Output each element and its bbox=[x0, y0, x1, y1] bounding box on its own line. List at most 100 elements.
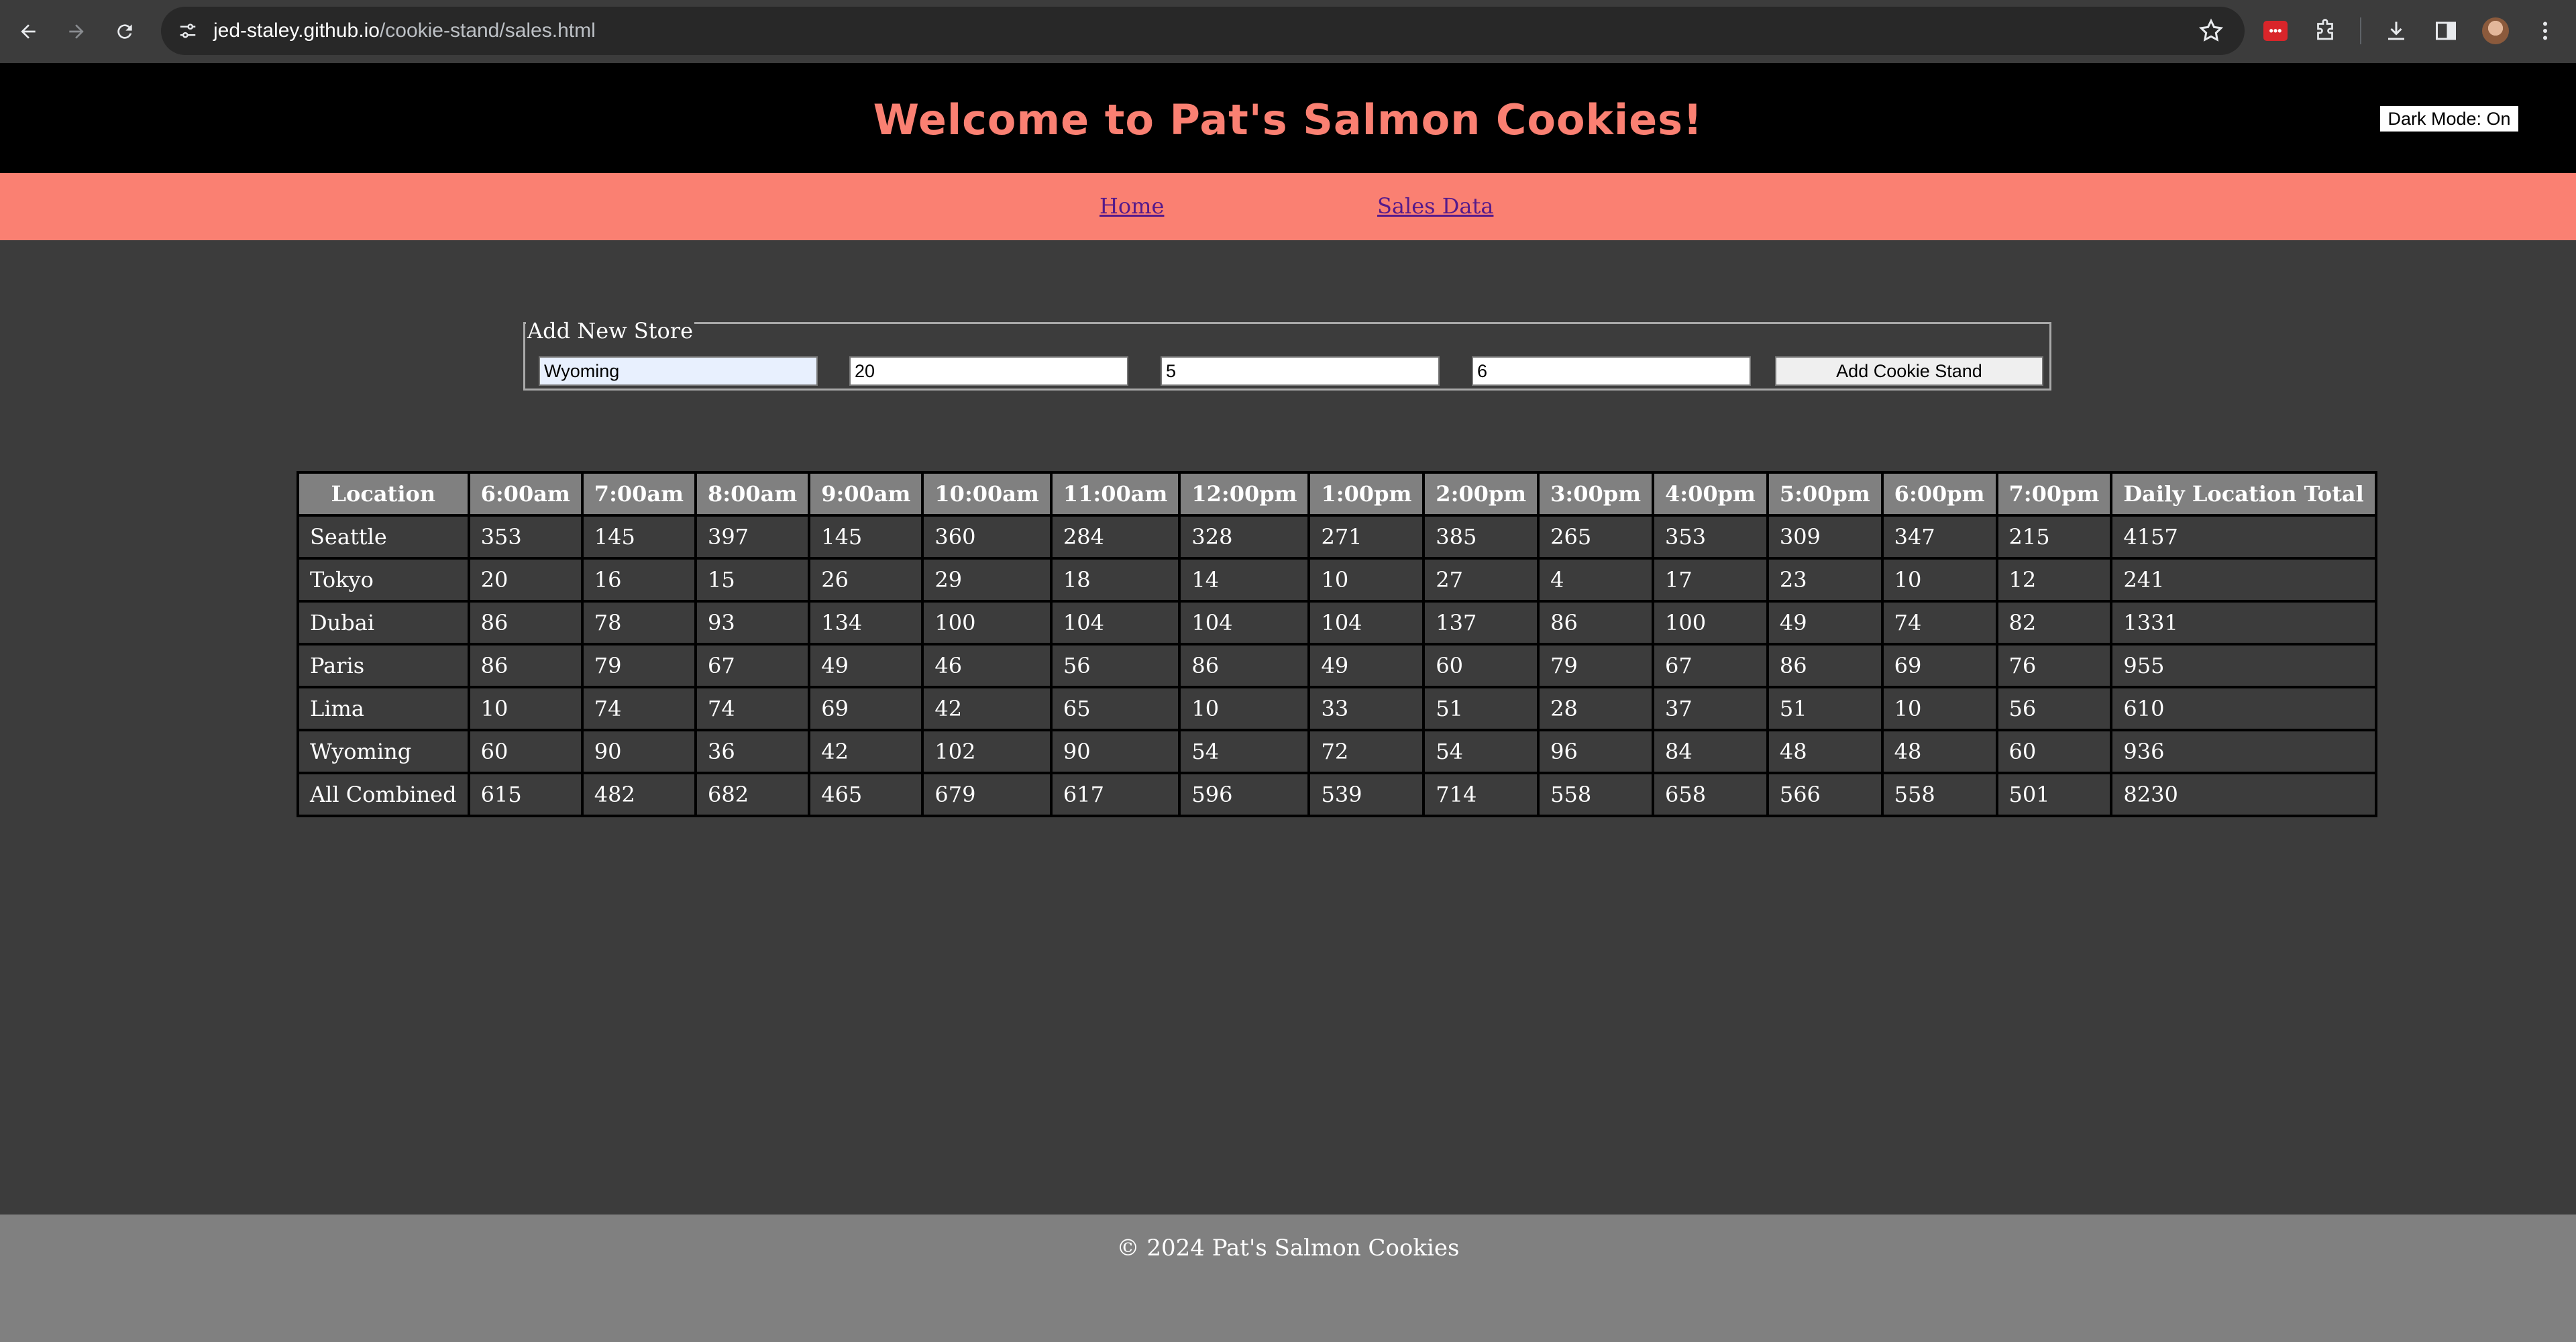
arrow-left-icon bbox=[21, 24, 36, 39]
url-text: jed-staley.github.io/cookie-stand/sales.… bbox=[213, 19, 596, 42]
column-header: Daily Location Total bbox=[2110, 471, 2377, 517]
hourly-total-cell: 682 bbox=[694, 772, 811, 817]
hourly-sales-cell: 17 bbox=[1651, 557, 1769, 603]
url-path: /cookie-stand/sales.html bbox=[379, 19, 596, 42]
hourly-total-cell: 658 bbox=[1651, 772, 1769, 817]
hourly-sales-cell: 10 bbox=[1880, 557, 1998, 603]
location-name-cell: Lima bbox=[297, 686, 470, 731]
hourly-sales-cell: 65 bbox=[1049, 686, 1181, 731]
hourly-total-cell: 566 bbox=[1766, 772, 1884, 817]
hourly-total-cell: 617 bbox=[1049, 772, 1181, 817]
column-header: 9:00am bbox=[808, 471, 924, 517]
hourly-sales-cell: 42 bbox=[808, 729, 924, 774]
hourly-sales-cell: 86 bbox=[1766, 643, 1884, 688]
daily-total-cell: 1331 bbox=[2110, 600, 2377, 646]
hourly-sales-cell: 100 bbox=[1651, 600, 1769, 646]
hourly-sales-cell: 67 bbox=[694, 643, 811, 688]
totals-label-cell: All Combined bbox=[297, 772, 470, 817]
min-customers-input[interactable] bbox=[849, 356, 1128, 386]
hourly-sales-cell: 104 bbox=[1178, 600, 1311, 646]
hourly-sales-cell: 49 bbox=[808, 643, 924, 688]
hourly-sales-cell: 86 bbox=[1178, 643, 1311, 688]
forward-button[interactable] bbox=[56, 11, 97, 52]
hourly-sales-cell: 26 bbox=[808, 557, 924, 603]
column-header: 10:00am bbox=[921, 471, 1053, 517]
hourly-sales-cell: 46 bbox=[921, 643, 1053, 688]
hourly-sales-cell: 14 bbox=[1178, 557, 1311, 603]
hourly-total-cell: 465 bbox=[808, 772, 924, 817]
bookmark-star-icon[interactable] bbox=[2198, 17, 2224, 44]
hourly-sales-cell: 84 bbox=[1651, 729, 1769, 774]
hourly-sales-cell: 137 bbox=[1422, 600, 1540, 646]
hourly-sales-cell: 284 bbox=[1049, 514, 1181, 560]
nav-link-sales-data[interactable]: Sales Data bbox=[1377, 193, 1493, 219]
table-row: Seattle 353 145 397 145 360 284 328 271 385 265 353… bbox=[297, 514, 2377, 560]
reload-button[interactable] bbox=[105, 11, 145, 52]
column-header: 12:00pm bbox=[1178, 471, 1311, 517]
hourly-sales-cell: 86 bbox=[1537, 600, 1654, 646]
side-panel-icon[interactable] bbox=[2431, 16, 2461, 46]
hourly-sales-cell: 42 bbox=[921, 686, 1053, 731]
site-info-icon[interactable] bbox=[172, 15, 204, 47]
extensions-area: ••• bbox=[2261, 9, 2560, 52]
column-header: 2:00pm bbox=[1422, 471, 1540, 517]
hourly-sales-cell: 353 bbox=[467, 514, 584, 560]
hourly-sales-cell: 56 bbox=[1995, 686, 2113, 731]
nav-link-home[interactable]: Home bbox=[1099, 193, 1164, 219]
dark-mode-toggle[interactable]: Dark Mode: On bbox=[2380, 106, 2518, 132]
hourly-sales-cell: 60 bbox=[1995, 729, 2113, 774]
hourly-sales-cell: 49 bbox=[1766, 600, 1884, 646]
form-legend: Add New Store bbox=[526, 317, 695, 344]
hourly-sales-cell: 10 bbox=[467, 686, 584, 731]
column-header: 3:00pm bbox=[1537, 471, 1654, 517]
hourly-sales-cell: 4 bbox=[1537, 557, 1654, 603]
daily-total-cell: 936 bbox=[2110, 729, 2377, 774]
column-header: 6:00am bbox=[467, 471, 584, 517]
daily-total-cell: 4157 bbox=[2110, 514, 2377, 560]
hourly-total-cell: 596 bbox=[1178, 772, 1311, 817]
hourly-sales-cell: 100 bbox=[921, 600, 1053, 646]
hourly-sales-cell: 74 bbox=[580, 686, 698, 731]
hourly-total-cell: 714 bbox=[1422, 772, 1540, 817]
hourly-sales-cell: 10 bbox=[1307, 557, 1426, 603]
add-cookie-stand-button[interactable]: Add Cookie Stand bbox=[1775, 356, 2043, 386]
download-icon[interactable] bbox=[2381, 16, 2411, 46]
reload-icon bbox=[117, 24, 132, 39]
max-customers-input[interactable] bbox=[1161, 356, 1440, 386]
location-name-cell: Dubai bbox=[297, 600, 470, 646]
hourly-sales-cell: 309 bbox=[1766, 514, 1884, 560]
column-header: 8:00am bbox=[694, 471, 811, 517]
password-manager-extension-icon[interactable]: ••• bbox=[2261, 16, 2290, 46]
url-host: jed-staley.github.io bbox=[213, 19, 380, 42]
puzzle-extensions-icon[interactable] bbox=[2310, 16, 2340, 46]
back-button[interactable] bbox=[8, 11, 48, 52]
table-header-row: Location 6:00am 7:00am 8:00am 9:00am 10:… bbox=[297, 471, 2377, 517]
address-bar[interactable]: jed-staley.github.io/cookie-stand/sales.… bbox=[161, 7, 2245, 55]
hourly-sales-cell: 12 bbox=[1995, 557, 2113, 603]
daily-total-cell: 241 bbox=[2110, 557, 2377, 603]
hourly-sales-cell: 69 bbox=[808, 686, 924, 731]
site-header: Welcome to Pat's Salmon Cookies! Dark Mo… bbox=[0, 63, 2576, 173]
hourly-total-cell: 482 bbox=[580, 772, 698, 817]
location-name-cell: Wyoming bbox=[297, 729, 470, 774]
copyright-text: © 2024 Pat's Salmon Cookies bbox=[1116, 1235, 1460, 1261]
hourly-sales-cell: 29 bbox=[921, 557, 1053, 603]
hourly-sales-cell: 15 bbox=[694, 557, 811, 603]
avg-cookies-input[interactable] bbox=[1472, 356, 1751, 386]
hourly-sales-cell: 104 bbox=[1049, 600, 1181, 646]
location-input[interactable] bbox=[539, 356, 818, 386]
hourly-sales-cell: 104 bbox=[1307, 600, 1426, 646]
hourly-sales-cell: 10 bbox=[1880, 686, 1998, 731]
hourly-sales-cell: 60 bbox=[467, 729, 584, 774]
profile-avatar[interactable] bbox=[2481, 16, 2510, 46]
hourly-sales-cell: 54 bbox=[1178, 729, 1311, 774]
daily-total-cell: 610 bbox=[2110, 686, 2377, 731]
hourly-sales-cell: 82 bbox=[1995, 600, 2113, 646]
hourly-sales-cell: 86 bbox=[467, 643, 584, 688]
hourly-sales-cell: 90 bbox=[580, 729, 698, 774]
hourly-sales-cell: 397 bbox=[694, 514, 811, 560]
hourly-total-cell: 615 bbox=[467, 772, 584, 817]
hourly-sales-cell: 20 bbox=[467, 557, 584, 603]
hourly-sales-cell: 51 bbox=[1422, 686, 1540, 731]
kebab-menu-icon[interactable] bbox=[2530, 16, 2560, 46]
